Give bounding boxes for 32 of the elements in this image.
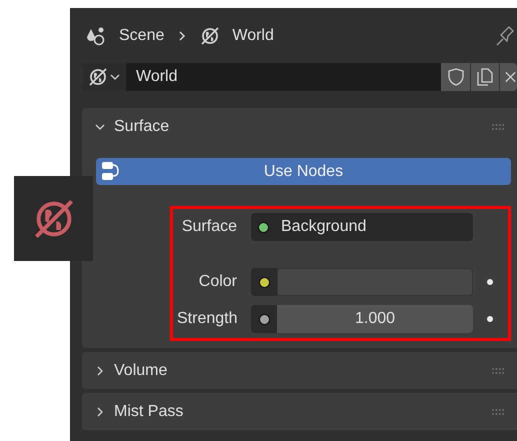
drag-handle-icon[interactable] — [491, 366, 505, 374]
globe-icon — [88, 67, 108, 87]
drag-handle-icon[interactable] — [491, 408, 505, 416]
close-icon — [504, 70, 517, 84]
panel-title: Surface — [114, 116, 170, 136]
dropdown-field[interactable]: Background — [251, 213, 473, 241]
caret-icon — [110, 73, 120, 81]
scene-icon — [85, 24, 107, 46]
panel-title: Volume — [114, 360, 168, 380]
property-label: Surface — [180, 217, 238, 237]
number-field[interactable]: 1.000 — [277, 305, 473, 333]
color-field[interactable] — [277, 268, 473, 296]
breadcrumb-item[interactable]: World — [232, 24, 274, 48]
panel-header[interactable]: Volume — [82, 352, 517, 389]
shield-icon — [446, 67, 464, 87]
node-tree-icon — [99, 160, 121, 182]
copy-icon — [476, 67, 494, 87]
world-browse-button[interactable] — [82, 63, 126, 91]
property-label: Strength — [177, 309, 238, 329]
duplicate-button[interactable] — [470, 63, 499, 91]
drag-handle-icon[interactable] — [491, 122, 505, 130]
property-label: Color — [198, 272, 238, 292]
breadcrumb-item[interactable]: Scene — [119, 24, 164, 48]
world-tab[interactable] — [14, 176, 93, 261]
use-nodes-button[interactable]: Use Nodes — [96, 158, 511, 185]
pin-icon[interactable] — [495, 24, 515, 46]
panel-title: Mist Pass — [114, 402, 184, 422]
unlink-button[interactable] — [499, 63, 517, 91]
globe-icon — [200, 26, 220, 46]
panel-header[interactable]: Surface — [82, 108, 517, 145]
fake-user-button[interactable] — [441, 63, 470, 91]
panel-header[interactable]: Mist Pass — [82, 393, 517, 430]
